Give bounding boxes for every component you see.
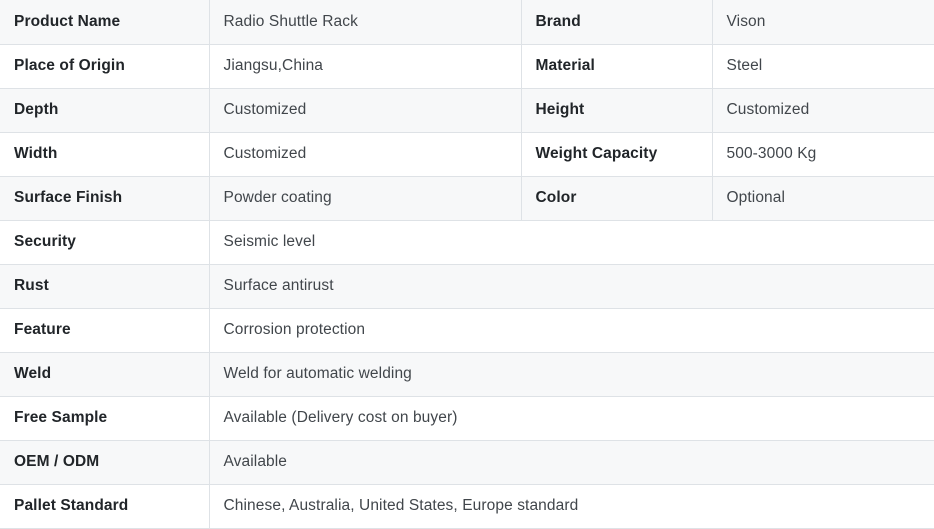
spec-label-weight-capacity: Weight Capacity xyxy=(521,132,713,177)
spec-value-brand: Vison xyxy=(712,0,934,45)
spec-label-width: Width xyxy=(0,132,210,177)
table-row: Surface Finish Powder coating Color Opti… xyxy=(0,176,934,221)
table-row: Width Customized Weight Capacity 500-300… xyxy=(0,132,934,177)
spec-value-depth: Customized xyxy=(209,88,522,133)
spec-label-color: Color xyxy=(521,176,713,221)
table-row: Depth Customized Height Customized xyxy=(0,88,934,133)
spec-label-free-sample: Free Sample xyxy=(0,396,210,441)
spec-label-surface-finish: Surface Finish xyxy=(0,176,210,221)
table-row: Security Seismic level xyxy=(0,220,934,265)
table-row: OEM / ODM Available xyxy=(0,440,934,485)
spec-value-product-name: Radio Shuttle Rack xyxy=(209,0,522,45)
spec-value-width: Customized xyxy=(209,132,522,177)
spec-value-security: Seismic level xyxy=(209,220,934,265)
spec-label-depth: Depth xyxy=(0,88,210,133)
spec-value-oem-odm: Available xyxy=(209,440,934,485)
table-row: Rust Surface antirust xyxy=(0,264,934,309)
spec-label-rust: Rust xyxy=(0,264,210,309)
spec-label-brand: Brand xyxy=(521,0,713,45)
spec-label-height: Height xyxy=(521,88,713,133)
table-row: Feature Corrosion protection xyxy=(0,308,934,353)
spec-label-pallet-standard: Pallet Standard xyxy=(0,484,210,529)
spec-label-oem-odm: OEM / ODM xyxy=(0,440,210,485)
spec-value-material: Steel xyxy=(712,44,934,89)
spec-value-color: Optional xyxy=(712,176,934,221)
spec-label-place-of-origin: Place of Origin xyxy=(0,44,210,89)
spec-label-product-name: Product Name xyxy=(0,0,210,45)
spec-label-material: Material xyxy=(521,44,713,89)
spec-label-weld: Weld xyxy=(0,352,210,397)
table-row: Product Name Radio Shuttle Rack Brand Vi… xyxy=(0,0,934,45)
spec-label-security: Security xyxy=(0,220,210,265)
spec-value-surface-finish: Powder coating xyxy=(209,176,522,221)
table-row: Pallet Standard Chinese, Australia, Unit… xyxy=(0,484,934,529)
product-specification-table: Product Name Radio Shuttle Rack Brand Vi… xyxy=(0,0,934,529)
spec-value-place-of-origin: Jiangsu,China xyxy=(209,44,522,89)
spec-value-weight-capacity: 500-3000 Kg xyxy=(712,132,934,177)
table-row: Place of Origin Jiangsu,China Material S… xyxy=(0,44,934,89)
spec-value-pallet-standard: Chinese, Australia, United States, Europ… xyxy=(209,484,934,529)
spec-value-weld: Weld for automatic welding xyxy=(209,352,934,397)
spec-value-rust: Surface antirust xyxy=(209,264,934,309)
table-row: Weld Weld for automatic welding xyxy=(0,352,934,397)
spec-value-height: Customized xyxy=(712,88,934,133)
spec-label-feature: Feature xyxy=(0,308,210,353)
spec-value-free-sample: Available (Delivery cost on buyer) xyxy=(209,396,934,441)
specification-table-body: Product Name Radio Shuttle Rack Brand Vi… xyxy=(0,0,934,529)
table-row: Free Sample Available (Delivery cost on … xyxy=(0,396,934,441)
spec-value-feature: Corrosion protection xyxy=(209,308,934,353)
